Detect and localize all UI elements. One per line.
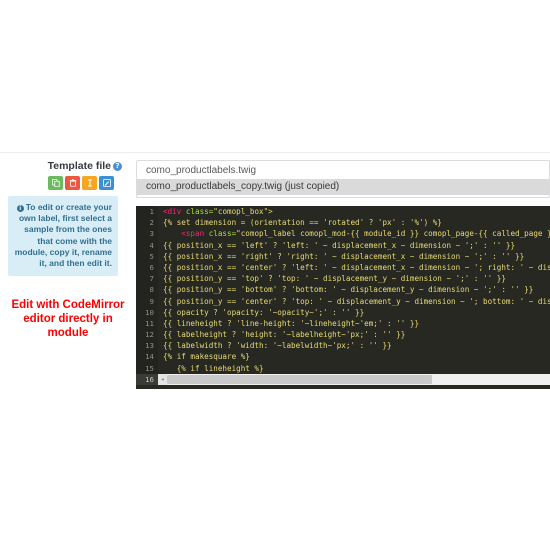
code-line-text[interactable]: {{ position_x == 'right' ? 'right: ' ~ d… xyxy=(158,251,524,262)
code-line: 14 {% if makesquare %} xyxy=(136,351,550,363)
code-line-text[interactable]: {% if makesquare %} xyxy=(158,351,250,362)
template-action-buttons xyxy=(0,176,128,190)
help-icon[interactable]: ? xyxy=(113,162,122,171)
edit-template-button[interactable] xyxy=(99,176,114,190)
code-token: {{ position_y == 'top' ? 'top: ' ~ displ… xyxy=(163,274,506,284)
code-line: 7 {{ position_y == 'top' ? 'top: ' ~ disp… xyxy=(136,273,550,285)
codemirror-editor[interactable]: 1 <div class="comopl_box"> 2 {% set dimensi… xyxy=(136,206,550,389)
info-box-text: To edit or create your own label, first … xyxy=(14,202,112,269)
code-line: 12 {{ labelheight ? 'height: '~labelheigh… xyxy=(136,329,550,341)
template-file-panel: Template file? i To edit or create your o… xyxy=(0,160,128,340)
code-line-text[interactable]: {{ labelheight ? 'height: '~labelheight~… xyxy=(158,329,405,340)
delete-template-button[interactable] xyxy=(65,176,80,190)
line-number: 8 xyxy=(136,284,158,296)
code-line-text[interactable]: <div class="comopl_box"> xyxy=(158,206,273,217)
select-option[interactable]: como_productlabels.twig xyxy=(137,163,549,179)
code-token: "comopl_box"> xyxy=(213,207,273,216)
horizontal-scrollbar[interactable]: ◂ xyxy=(158,373,550,385)
template-file-label: Template file? xyxy=(0,160,128,173)
template-file-select[interactable]: como_productlabels.twig como_productlabel… xyxy=(136,160,550,198)
code-line: 8 {{ position_y == 'bottom' ? 'bottom: ' … xyxy=(136,284,550,296)
code-token: "comopl_label comopl_mod-{{ module_id }}… xyxy=(236,229,550,239)
copy-template-button[interactable] xyxy=(48,176,63,190)
code-line: 1 <div class="comopl_box"> xyxy=(136,206,550,218)
code-token: {{ opacity ? 'opacity: '~opacity~';' : '… xyxy=(163,307,365,317)
code-line-text[interactable]: {{ lineheight ? 'line-height: '~lineheig… xyxy=(158,318,419,329)
code-token: {{ position_x == 'right' ? 'right: ' ~ d… xyxy=(163,251,525,261)
code-token: <span xyxy=(163,229,209,239)
line-number: 3 xyxy=(136,228,158,240)
code-line-text[interactable]: {% set dimension = (orientation == 'rota… xyxy=(158,217,442,228)
code-token: {{ position_y == 'center' ? 'top: ' ~ di… xyxy=(163,296,550,306)
code-line-text[interactable]: <span class="comopl_label comopl_mod-{{ … xyxy=(158,228,550,239)
line-number: 7 xyxy=(136,273,158,285)
code-token: class= xyxy=(208,229,237,239)
select-option[interactable]: como_productlabels_copy.twig (just copie… xyxy=(137,179,549,195)
code-line-text[interactable]: {{ position_y == 'bottom' ? 'bottom: ' ~… xyxy=(158,284,533,295)
code-token: {{ lineheight ? 'line-height: '~lineheig… xyxy=(163,318,420,328)
line-number: 13 xyxy=(136,340,158,352)
scrollbar-thumb[interactable] xyxy=(167,374,432,384)
line-number: 15 xyxy=(136,362,158,374)
code-line: 10 {{ opacity ? 'opacity: '~opacity~';' :… xyxy=(136,306,550,318)
line-number: 5 xyxy=(136,250,158,262)
line-number: 4 xyxy=(136,239,158,251)
code-line: 2 {% set dimension = (orientation == 'rot… xyxy=(136,217,550,229)
code-token: {% set dimension = (orientation == 'rota… xyxy=(163,218,442,228)
line-number: 16 xyxy=(136,373,158,385)
pencil-square-icon xyxy=(102,179,111,187)
code-line: 9 {{ position_y == 'center' ? 'top: ' ~ d… xyxy=(136,295,550,307)
code-line-text[interactable]: {{ position_x == 'center' ? 'left: ' ~ d… xyxy=(158,262,550,273)
line-number: 2 xyxy=(136,217,158,229)
code-line: 6 {{ position_x == 'center' ? 'left: ' ~ … xyxy=(136,261,550,274)
template-file-label-text: Template file xyxy=(47,160,111,172)
editor-scroll-row: 16 ◂ xyxy=(136,373,550,385)
code-token: {{ position_x == 'left' ? 'left: ' ~ dis… xyxy=(163,240,516,250)
code-line: 5 {{ position_x == 'right' ? 'right: ' ~ … xyxy=(136,250,550,262)
line-number: 10 xyxy=(136,306,158,318)
section-divider xyxy=(0,152,550,153)
code-line-text[interactable]: {{ position_x == 'left' ? 'left: ' ~ dis… xyxy=(158,240,515,251)
code-line-text[interactable]: {{ labelwidth ? 'width: '~labelwidth~'px… xyxy=(158,340,392,351)
callout-text: Edit with CodeMirror editor directly in … xyxy=(11,299,125,340)
trash-icon xyxy=(69,179,77,187)
code-line: 4 {{ position_x == 'left' ? 'left: ' ~ di… xyxy=(136,239,550,251)
code-line: 15 {% if lineheight %} xyxy=(136,362,550,374)
code-token: <div xyxy=(163,207,186,216)
code-token: {{ labelwidth ? 'width: '~labelwidth~'px… xyxy=(163,341,392,351)
code-token: {{ position_x == 'center' ? 'left: ' ~ d… xyxy=(163,262,550,272)
line-number: 6 xyxy=(136,261,158,274)
code-line-text[interactable]: {{ position_y == 'center' ? 'top: ' ~ di… xyxy=(158,296,550,307)
info-box: i To edit or create your own label, first… xyxy=(8,196,118,277)
rename-template-button[interactable] xyxy=(82,176,97,190)
line-number: 1 xyxy=(136,206,158,218)
scroll-left-arrow-icon[interactable]: ◂ xyxy=(158,373,167,385)
code-line: 13 {{ labelwidth ? 'width: '~labelwidth~'… xyxy=(136,340,550,352)
code-line: 3 <span class="comopl_label comopl_mod-{… xyxy=(136,228,550,240)
line-number: 14 xyxy=(136,351,158,363)
code-line-text[interactable]: {{ opacity ? 'opacity: '~opacity~';' : '… xyxy=(158,307,364,318)
code-token: {{ labelheight ? 'height: '~labelheight~… xyxy=(163,330,406,340)
code-line: 11 {{ lineheight ? 'line-height: '~linehe… xyxy=(136,317,550,330)
line-number: 9 xyxy=(136,295,158,307)
copy-icon xyxy=(51,179,60,187)
line-number: 11 xyxy=(136,317,158,330)
code-token: {% if makesquare %} xyxy=(163,352,250,362)
code-token: {% if lineheight %} xyxy=(163,363,264,373)
code-line-text[interactable]: {% if lineheight %} xyxy=(158,363,264,374)
editor-panel: como_productlabels.twig como_productlabel… xyxy=(136,160,550,389)
text-cursor-icon xyxy=(86,179,94,187)
code-token: {{ position_y == 'bottom' ? 'bottom: ' ~… xyxy=(163,285,534,295)
code-token: class= xyxy=(185,207,214,216)
code-line-text[interactable]: {{ position_y == 'top' ? 'top: ' ~ displ… xyxy=(158,273,506,284)
info-icon: i xyxy=(16,205,24,212)
line-number: 12 xyxy=(136,329,158,341)
